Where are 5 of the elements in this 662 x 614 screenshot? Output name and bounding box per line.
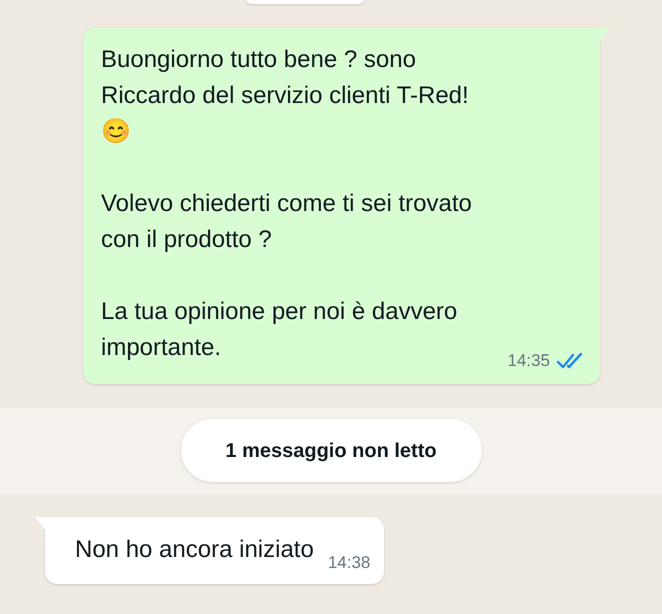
- unread-label: 1 messaggio non letto: [180, 419, 482, 482]
- message-text: Non ho ancora iniziato: [75, 535, 314, 565]
- message-time: 14:35: [507, 350, 550, 372]
- message-text: Buongiorno tutto bene ? sono Riccardo del servizio clienti T-Red! 😊 Volevo chiederti come ti sei trovato con il prodotto ? La tua opinione per noi è davvero importante.: [101, 45, 472, 363]
- message-time: 14:38: [328, 552, 370, 574]
